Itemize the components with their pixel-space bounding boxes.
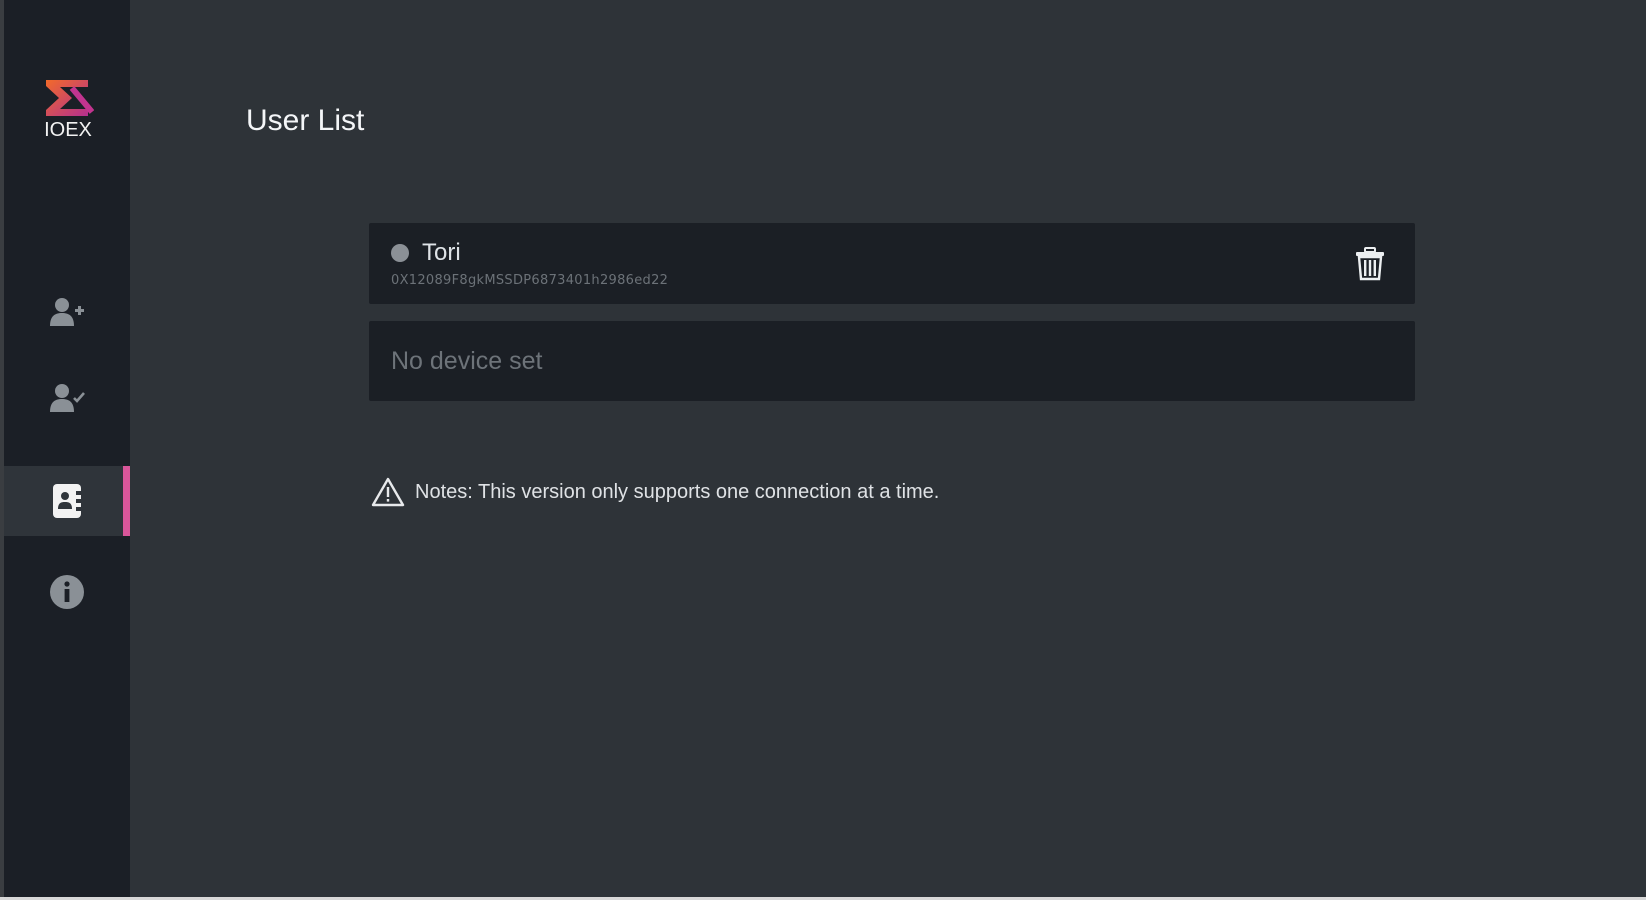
- sidebar-item-add-user[interactable]: [4, 277, 130, 347]
- user-check-icon: [50, 384, 85, 412]
- notes-text: Notes: This version only supports one co…: [415, 480, 940, 503]
- app-window: IOEX User List Tori 0X12089F8gkMSSDP6873…: [0, 0, 1646, 897]
- ioex-logo: IOEX: [38, 78, 98, 148]
- device-status-text: No device set: [391, 347, 543, 375]
- info-icon: [50, 575, 84, 609]
- user-name: Tori: [422, 239, 461, 266]
- user-card[interactable]: Tori 0X12089F8gkMSSDP6873401h2986ed22: [369, 223, 1415, 304]
- sidebar-item-verify-user[interactable]: [4, 363, 130, 433]
- page-title: User List: [246, 104, 365, 137]
- address-book-icon: [53, 484, 81, 518]
- notes: Notes: This version only supports one co…: [371, 477, 939, 507]
- trash-icon: [1356, 247, 1384, 281]
- sidebar-item-user-list[interactable]: [4, 466, 130, 536]
- user-plus-icon: [50, 298, 84, 326]
- sidebar-item-info[interactable]: [4, 557, 130, 627]
- delete-user-button[interactable]: [1353, 245, 1387, 283]
- warning-icon: [371, 477, 405, 507]
- device-card: No device set: [369, 321, 1415, 401]
- ioex-logo-icon: [46, 80, 94, 116]
- logo-text: IOEX: [44, 119, 92, 141]
- status-dot: [391, 244, 409, 262]
- user-address: 0X12089F8gkMSSDP6873401h2986ed22: [391, 273, 669, 288]
- sidebar: IOEX: [4, 0, 130, 897]
